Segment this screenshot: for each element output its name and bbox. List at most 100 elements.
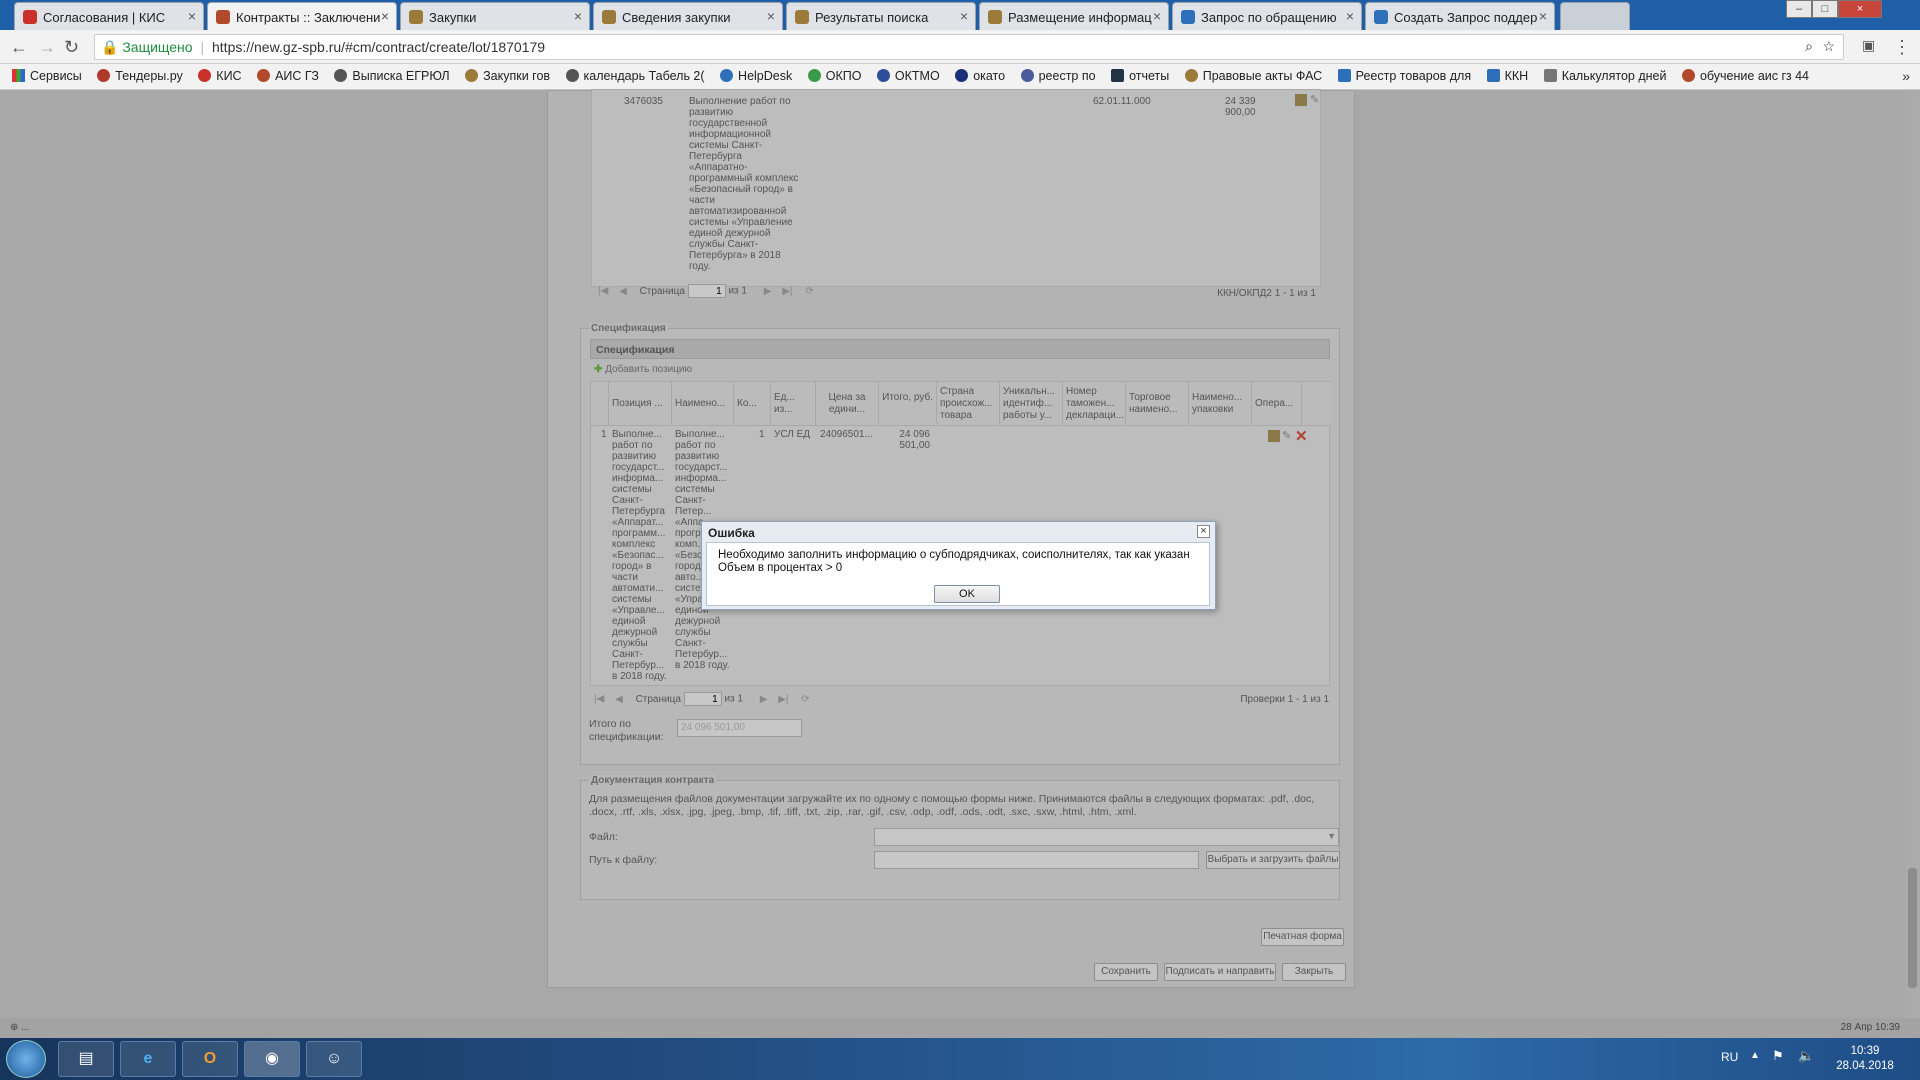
bookmark-item[interactable]: ККН — [1486, 69, 1528, 83]
bookmark-item[interactable]: Сервисы — [12, 69, 82, 83]
column-header[interactable]: Позиция ... — [609, 382, 672, 426]
first-page-icon[interactable]: |◀ — [598, 286, 608, 297]
outlook-icon[interactable]: O — [182, 1041, 238, 1077]
bookmark-star-icon[interactable]: ☆ — [1822, 38, 1835, 55]
delete-icon[interactable]: ✕ — [1295, 427, 1308, 445]
page-number-input[interactable] — [683, 692, 722, 706]
minimize-window-button[interactable]: – — [1786, 0, 1812, 18]
column-header[interactable]: Страна происхож... товара — [937, 382, 1000, 426]
bookmark-item[interactable]: реестр по — [1020, 69, 1096, 83]
column-header[interactable]: Уникальн... идентиф... работы у... — [1000, 382, 1063, 426]
close-tab-icon[interactable]: × — [1539, 8, 1547, 24]
column-header[interactable]: Номер таможен... деклараци... — [1063, 382, 1126, 426]
url-bar[interactable]: 🔒 Защищено | https://new.gz-spb.ru/#cm/c… — [94, 34, 1844, 60]
close-tab-icon[interactable]: × — [767, 8, 775, 24]
prev-page-icon[interactable]: ◀ — [619, 286, 627, 297]
sign-and-send-button[interactable]: Подписать и направить — [1164, 963, 1276, 981]
bookmark-item[interactable]: календарь Табель 2( — [565, 69, 705, 83]
bookmark-item[interactable]: ОКПО — [807, 69, 861, 83]
more-bookmarks-icon[interactable]: » — [1902, 68, 1910, 84]
column-header[interactable]: Опера... — [1252, 382, 1302, 426]
close-tab-icon[interactable]: × — [1346, 8, 1354, 24]
volume-icon[interactable]: 🔈 — [1798, 1048, 1814, 1064]
language-indicator[interactable]: RU — [1721, 1050, 1738, 1064]
ok-button[interactable]: OK — [934, 585, 1000, 603]
page-scrollbar[interactable] — [1905, 90, 1920, 1018]
upload-files-button[interactable]: Выбрать и загрузить файлы — [1206, 851, 1340, 869]
view-scroll-icon[interactable] — [1268, 430, 1280, 442]
bookmark-item[interactable]: Правовые акты ФАС — [1184, 69, 1322, 83]
edit-pencil-icon[interactable]: ✎ — [1310, 93, 1319, 106]
file-path-input[interactable] — [874, 851, 1199, 869]
reload-icon[interactable]: ↻ — [64, 37, 79, 58]
internet-explorer-icon[interactable]: e — [120, 1041, 176, 1077]
browser-tab[interactable]: Результаты поиска × — [786, 2, 976, 30]
flag-icon[interactable]: ⚑ — [1772, 1048, 1784, 1064]
forward-icon[interactable]: → — [38, 37, 56, 58]
next-page-icon[interactable]: ▶ — [764, 286, 772, 297]
close-tab-icon[interactable]: × — [1153, 8, 1161, 24]
prev-page-icon[interactable]: ◀ — [615, 694, 623, 705]
column-header[interactable]: Цена за едини... — [816, 382, 879, 426]
close-tab-icon[interactable]: × — [188, 8, 196, 24]
chrome-icon[interactable]: ◉ — [244, 1041, 300, 1077]
tray-expand-icon[interactable]: ▲ — [1750, 1050, 1760, 1061]
refresh-icon[interactable]: ⟳ — [801, 694, 809, 705]
extension-icon[interactable]: ▣ — [1862, 37, 1875, 54]
column-header[interactable]: Итого, руб. — [879, 382, 937, 426]
zoom-search-icon[interactable]: ⌕ — [1805, 38, 1813, 55]
bookmark-item[interactable]: Реестр товаров для — [1337, 69, 1471, 83]
bookmark-item[interactable]: Выписка ЕГРЮЛ — [334, 69, 450, 83]
app-avatar-icon[interactable]: ☺ — [306, 1041, 362, 1077]
menu-icon[interactable]: ⋮ — [1893, 37, 1911, 58]
file-select[interactable]: ▼ — [874, 828, 1339, 846]
browser-tab[interactable]: Размещение информац × — [979, 2, 1169, 30]
column-header[interactable]: Ко... — [734, 382, 771, 426]
bookmark-item[interactable]: АИС ГЗ — [257, 69, 319, 83]
page-number-input[interactable] — [687, 284, 726, 298]
close-window-button[interactable]: × — [1838, 0, 1882, 18]
close-form-button[interactable]: Закрыть — [1282, 963, 1346, 981]
bookmark-item[interactable]: КИС — [198, 69, 242, 83]
close-dialog-icon[interactable]: × — [1197, 525, 1210, 538]
next-page-icon[interactable]: ▶ — [760, 694, 768, 705]
close-tab-icon[interactable]: × — [381, 8, 389, 24]
scrollbar-thumb[interactable] — [1908, 868, 1917, 988]
browser-tab[interactable]: Закупки × — [400, 2, 590, 30]
back-icon[interactable]: ← — [10, 37, 28, 58]
last-page-icon[interactable]: ▶| — [778, 694, 788, 705]
browser-tab[interactable]: Сведения закупки × — [593, 2, 783, 30]
edit-pencil-icon[interactable]: ✎ — [1282, 429, 1291, 442]
bookmark-item[interactable]: Тендеры.ру — [97, 69, 183, 83]
explorer-icon[interactable]: ▤ — [58, 1041, 114, 1077]
browser-tab[interactable]: Согласования | КИС × — [14, 2, 204, 30]
view-scroll-icon[interactable] — [1295, 94, 1307, 106]
bookmark-item[interactable]: Калькулятор дней — [1543, 69, 1666, 83]
bookmark-item[interactable]: отчеты — [1111, 69, 1169, 83]
browser-tab[interactable]: Запрос по обращению × — [1172, 2, 1362, 30]
column-header[interactable]: Торговое наимено... — [1126, 382, 1189, 426]
maximize-window-button[interactable]: □ — [1812, 0, 1838, 18]
bookmark-item[interactable]: обучение аис гз 44 — [1681, 69, 1809, 83]
bookmark-item[interactable]: HelpDesk — [720, 69, 792, 83]
first-page-icon[interactable]: |◀ — [594, 694, 604, 705]
last-page-icon[interactable]: ▶| — [782, 286, 792, 297]
browser-tab[interactable]: Создать Запрос поддер × — [1365, 2, 1555, 30]
column-header[interactable]: Ед... из... — [771, 382, 816, 426]
add-position-button[interactable]: ✚ Добавить позицию — [594, 364, 692, 375]
browser-tab-active[interactable]: Контракты :: Заключени × — [207, 2, 397, 30]
bookmark-item[interactable]: ОКТМО — [876, 69, 940, 83]
close-tab-icon[interactable]: × — [574, 8, 582, 24]
start-button[interactable] — [6, 1040, 46, 1078]
refresh-icon[interactable]: ⟳ — [805, 286, 813, 297]
print-form-button[interactable]: Печатная форма — [1261, 928, 1344, 946]
column-header[interactable]: Наимено... упаковки — [1189, 382, 1252, 426]
bookmark-item[interactable]: окато — [955, 69, 1005, 83]
save-button[interactable]: Сохранить — [1094, 963, 1158, 981]
close-tab-icon[interactable]: × — [960, 8, 968, 24]
browser-tab-strip: Согласования | КИС × Контракты :: Заключе… — [0, 0, 1920, 30]
new-tab-button[interactable] — [1560, 2, 1630, 30]
column-header[interactable]: Наимено... — [672, 382, 734, 426]
clock[interactable]: 10:39 28.04.2018 — [1830, 1044, 1900, 1074]
bookmark-item[interactable]: Закупки гов — [465, 69, 550, 83]
